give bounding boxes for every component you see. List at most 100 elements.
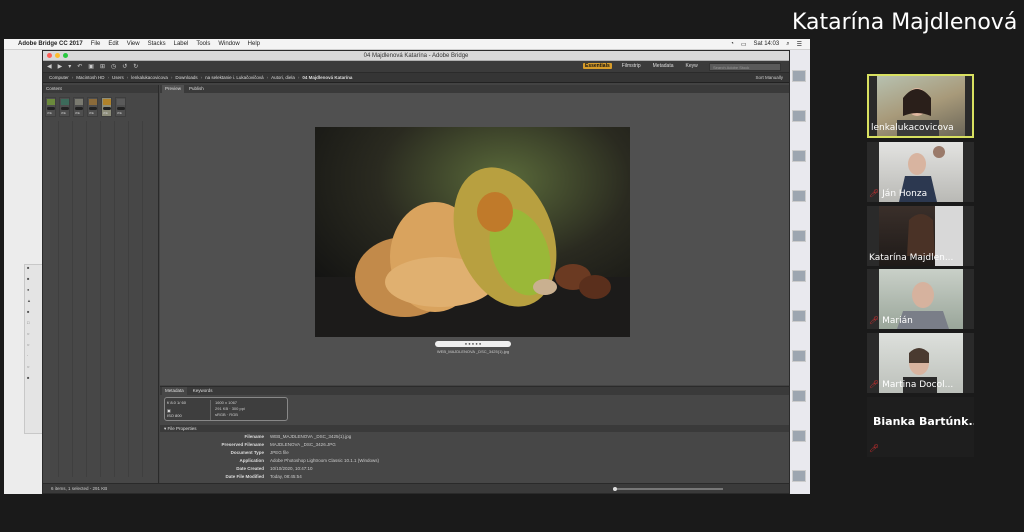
path-item-current[interactable]: 04 Majdlenová Katarína [302,75,352,80]
path-item[interactable]: Users [112,75,124,80]
path-item[interactable]: Autori, diela [271,75,295,80]
exif-size: 291 KB [215,406,229,411]
participant-name-placeholder: Bianka Bartúnk... [873,415,974,428]
thumbnail-selected[interactable]: WE [101,97,112,117]
path-item[interactable]: Downloads [175,75,197,80]
participant-tile[interactable]: 🎤︎ Marián [867,269,974,329]
finder-item[interactable]: ○ [25,364,43,375]
finder-item[interactable]: ■ [25,265,43,276]
thumbnail[interactable]: WE [73,97,84,117]
path-item[interactable]: Macintosh HD [76,75,104,80]
menu-tools[interactable]: Tools [196,41,210,47]
menu-list-icon[interactable]: ☰ [797,41,802,48]
preview-image[interactable] [315,127,630,337]
path-item[interactable]: na selektanie i. Lukačovičová [205,75,264,80]
battery-icon[interactable]: ▭ [741,41,747,48]
workspace-keywords[interactable]: Keyw [684,63,700,69]
sort-menu[interactable]: Sort Manually [755,75,783,80]
path-separator-icon: › [107,75,110,80]
tab-publish[interactable]: Publish [186,85,207,93]
finder-item[interactable]: · [25,353,43,364]
participant-tile[interactable]: Katarína Majdlen... [867,206,974,266]
desktop-file-icon[interactable] [792,230,806,242]
participant-tile[interactable]: 🎤︎ Martina Docol... [867,333,974,393]
desktop-file-icon[interactable] [792,150,806,162]
thumbnail[interactable]: WE [45,97,56,117]
participant-tile[interactable]: lenkalukacovicova [867,74,974,138]
tab-keywords[interactable]: Keywords [190,387,216,395]
finder-item[interactable]: ● [25,287,43,298]
thumbnail[interactable]: WE [59,97,70,117]
shared-screen: Adobe Bridge CC 2017 File Edit View Stac… [4,39,810,494]
desktop-file-icon[interactable] [792,350,806,362]
desktop-file-icon[interactable] [792,430,806,442]
workspace-essentials[interactable]: Essentials [583,63,612,69]
refine-icon[interactable]: ⊞ [100,63,105,70]
menu-stacks[interactable]: Stacks [148,41,166,47]
tab-content[interactable]: Content [43,85,158,93]
participant-tile[interactable]: Bianka Bartúnk... 🎤︎ [867,397,974,457]
camera-import-icon[interactable]: ▣ [88,63,94,70]
zoom-window-button[interactable] [63,53,68,58]
desktop-file-icon[interactable] [792,310,806,322]
finder-item[interactable]: ○ [25,331,43,342]
slider-knob[interactable] [613,487,617,491]
participant-tile[interactable]: 🎤︎ Ján Honza [867,142,974,202]
finder-item[interactable]: □ [25,320,43,331]
desktop-file-icon[interactable] [792,270,806,282]
mic-muted-icon: 🎤︎ [869,444,880,453]
thumbnail[interactable]: WE [115,97,126,117]
exif-color: sRGB [215,412,226,417]
tab-preview[interactable]: Preview [162,85,185,93]
thumbnail-size-slider[interactable] [613,487,723,491]
thumbnail[interactable]: WE [87,97,98,117]
property-row: Application Adobe Photoshop Lightroom Cla… [239,458,380,463]
tab-metadata[interactable]: Metadata [162,387,187,395]
menu-edit[interactable]: Edit [108,41,118,47]
finder-item[interactable]: ○ [25,342,43,353]
desktop-file-icon[interactable] [792,70,806,82]
search-input[interactable]: Search Adobe Stock [709,63,781,71]
workspace-metadata[interactable]: Metadata [651,63,676,69]
mic-muted-icon: 🎤︎ [869,380,880,389]
wifi-icon[interactable]: ◔ [730,41,734,48]
menubar-clock[interactable]: Sat 14:03 [754,41,780,48]
participant-name: 🎤︎ Ján Honza [869,189,928,199]
bridge-toolbar: ◀ ▶ ▾ ↶ ▣ ⊞ ◷ ↺ ↻ Essentials Filmstrip M… [43,61,789,73]
search-icon[interactable]: ⌕ [786,41,789,48]
forward-icon[interactable]: ▶ [58,63,63,70]
menu-label[interactable]: Label [174,41,189,47]
workspace-filmstrip[interactable]: Filmstrip [620,63,643,69]
finder-item[interactable]: ■ [25,276,43,287]
close-window-button[interactable] [47,53,52,58]
return-icon[interactable]: ↶ [77,63,82,70]
window-title: 04 Majdlenová Katarína - Adobe Bridge [363,53,469,59]
exif-mode: RGB [229,412,238,417]
back-icon[interactable]: ◀ [47,63,52,70]
rotate-left-icon[interactable]: ↺ [122,63,127,70]
menu-window[interactable]: Window [218,41,239,47]
path-separator-icon: › [126,75,129,80]
rotate-right-icon[interactable]: ↻ [133,63,138,70]
desktop-file-icon[interactable] [792,390,806,402]
open-recent-icon[interactable]: ◷ [111,63,116,70]
menubar-app-name[interactable]: Adobe Bridge CC 2017 [18,41,83,47]
filmstrip-dots[interactable]: ● ● ● ● ● [435,341,511,347]
desktop-file-icon[interactable] [792,470,806,482]
file-properties-header[interactable]: ▾ File Properties [160,425,789,432]
finder-item[interactable]: ▲ [25,298,43,309]
path-separator-icon: › [71,75,74,80]
finder-item[interactable]: ■ [25,375,43,386]
finder-item[interactable]: ■ [25,309,43,320]
recent-folder-icon[interactable]: ▾ [68,63,71,70]
path-item[interactable]: Computer [49,75,69,80]
menu-file[interactable]: File [91,41,101,47]
desktop-file-icon[interactable] [792,190,806,202]
desktop-file-icon[interactable] [792,110,806,122]
menu-help[interactable]: Help [248,41,260,47]
minimize-window-button[interactable] [55,53,60,58]
status-text: 6 items, 1 selected - 291 KB [51,486,108,491]
path-item[interactable]: lenkalukacovicova [131,75,168,80]
participant-name: 🎤︎ Martina Docol... [869,380,954,390]
menu-view[interactable]: View [127,41,140,47]
